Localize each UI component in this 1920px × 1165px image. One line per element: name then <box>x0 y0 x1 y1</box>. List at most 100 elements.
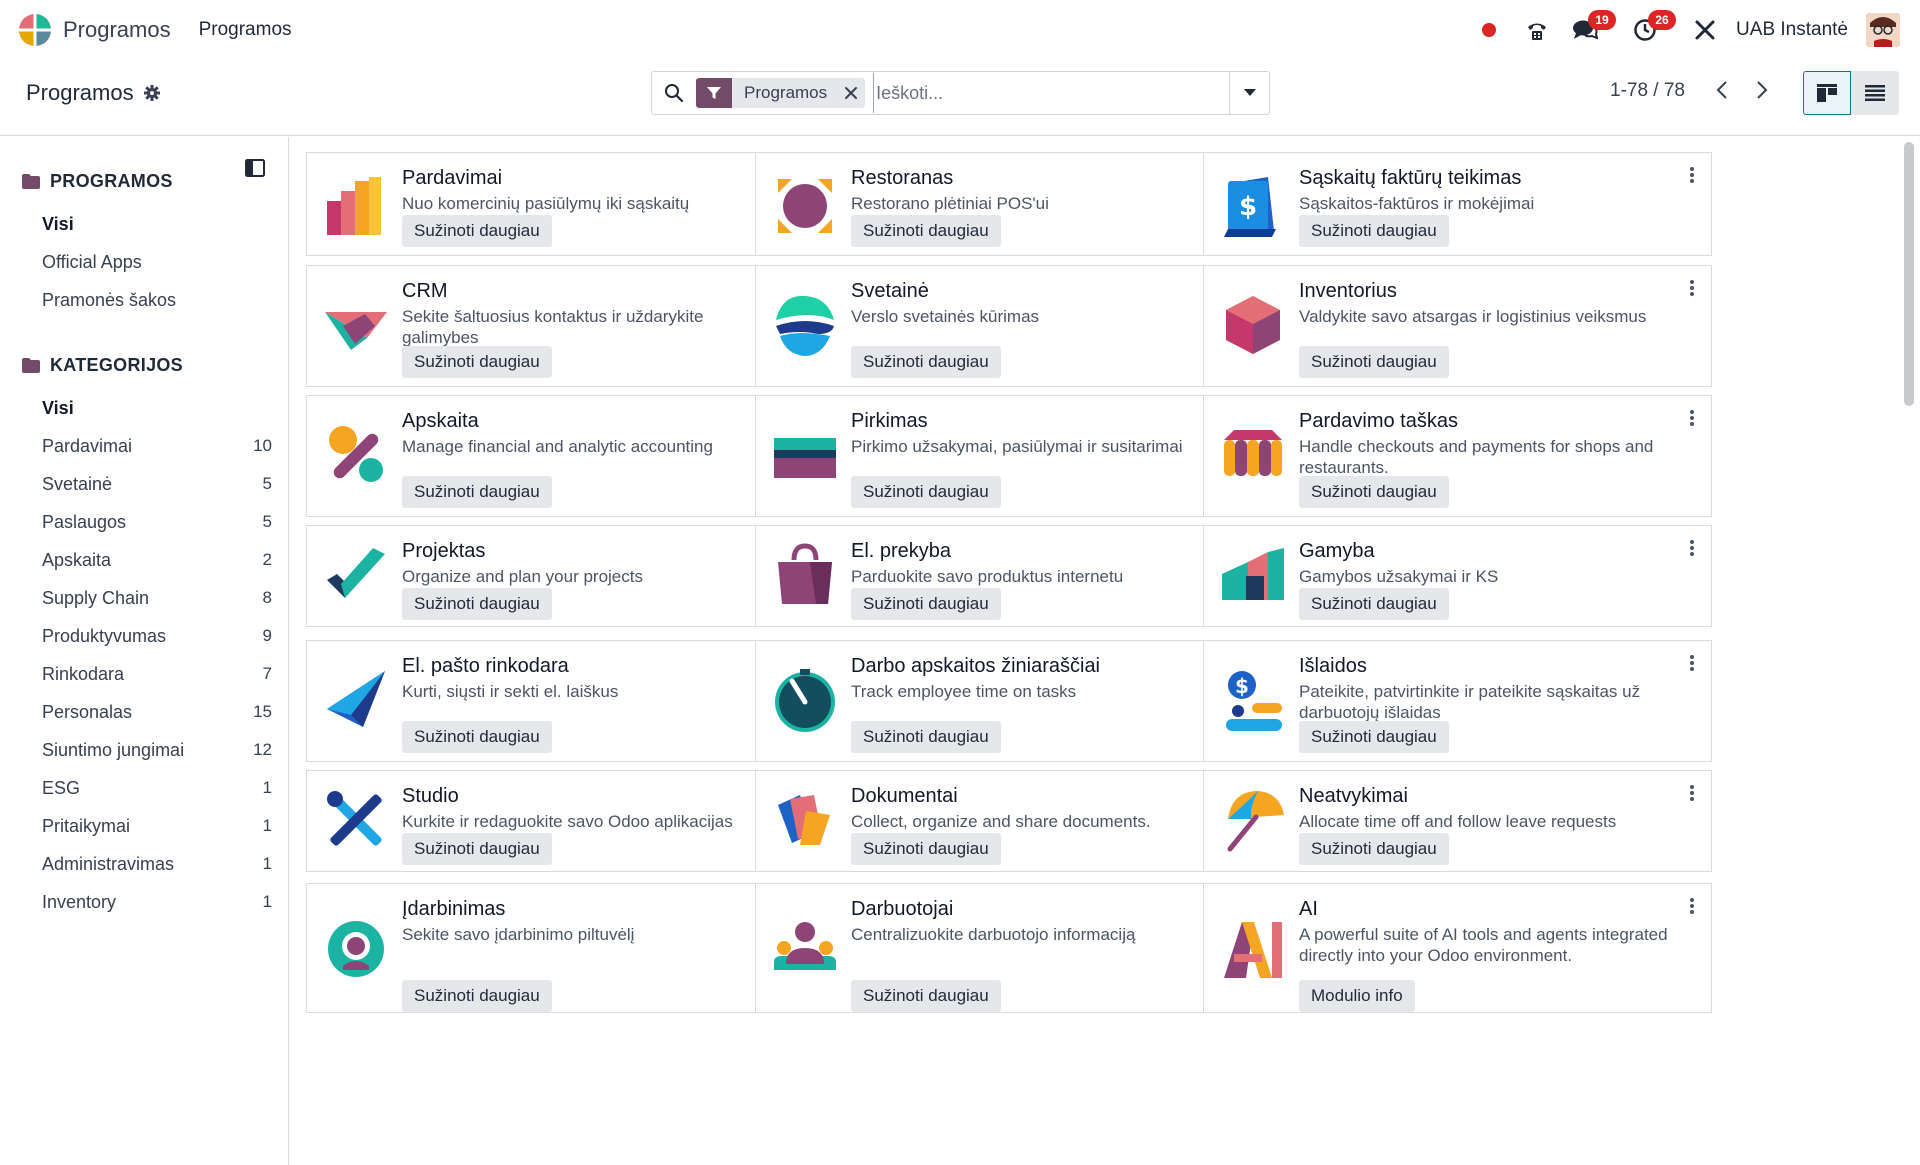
learn-more-button[interactable]: Sužinoti daugiau <box>851 346 1001 378</box>
learn-more-button[interactable]: Sužinoti daugiau <box>851 721 1001 753</box>
kebab-menu-icon[interactable] <box>1685 538 1699 558</box>
debug-tools-icon[interactable] <box>1690 15 1720 45</box>
sidebar-item[interactable]: Official Apps <box>42 252 272 273</box>
sidebar-item[interactable]: Siuntimo jungimai 12 <box>42 740 272 761</box>
apps-kanban-grid: Pardavimai Nuo komercinių pasiūlymų iki s… <box>290 137 1900 1165</box>
app-card[interactable]: Studio Kurkite ir redaguokite savo Odoo a… <box>306 770 815 872</box>
scrollbar-thumb[interactable] <box>1904 142 1914 406</box>
learn-more-button[interactable]: Sužinoti daugiau <box>402 476 552 508</box>
caret-down-icon[interactable] <box>1229 72 1269 114</box>
kebab-menu-icon[interactable] <box>1685 278 1699 298</box>
kebab-menu-icon[interactable] <box>1685 165 1699 185</box>
sidebar-item-count: 1 <box>262 892 272 911</box>
app-description: Pateikite, patvirtinkite ir pateikite są… <box>1299 682 1641 722</box>
sidebar-item[interactable]: Supply Chain 8 <box>42 588 272 609</box>
app-card[interactable]: Apskaita Manage financial and analytic ac… <box>306 395 815 517</box>
learn-more-button[interactable]: Sužinoti daugiau <box>1299 346 1449 378</box>
kebab-menu-icon[interactable] <box>1685 408 1699 428</box>
sidebar-item[interactable]: Visi <box>42 214 272 235</box>
activities-clock-icon[interactable]: 26 <box>1630 10 1677 45</box>
sidebar-item[interactable]: Visi <box>42 398 272 419</box>
sidebar-item[interactable]: Produktyvumas 9 <box>42 626 272 647</box>
learn-more-button[interactable]: Sužinoti daugiau <box>1299 476 1449 508</box>
learn-more-button[interactable]: Sužinoti daugiau <box>1299 588 1449 620</box>
chevron-right-icon[interactable] <box>1746 74 1778 106</box>
sidebar-item[interactable]: Apskaita 2 <box>42 550 272 571</box>
app-card[interactable]: El. pašto rinkodara Kurti, siųsti ir sekt… <box>306 640 815 762</box>
documents-icon <box>778 795 830 845</box>
app-card[interactable]: Pardavimai Nuo komercinių pasiūlymų iki s… <box>306 152 815 256</box>
sidebar-item[interactable]: Rinkodara 7 <box>42 664 272 685</box>
app-card[interactable]: Pardavimo taškas Handle checkouts and pay… <box>1203 395 1712 517</box>
app-card[interactable]: Darbuotojai Centralizuokite darbuotojo in… <box>755 883 1264 1013</box>
learn-more-button[interactable]: Sužinoti daugiau <box>402 215 552 247</box>
facet-label: Programos <box>744 83 828 102</box>
odoo-apps-logo-icon[interactable] <box>18 13 52 47</box>
search-input[interactable] <box>873 73 1229 113</box>
app-card[interactable]: Restoranas Restorano plėtiniai POS'ui Suži… <box>755 152 1264 256</box>
sidebar-item[interactable]: Pritaikymai 1 <box>42 816 272 837</box>
app-card[interactable]: Darbo apskaitos žiniaraščiai Track employ… <box>755 640 1264 762</box>
studio-icon <box>327 791 382 846</box>
sidebar-item[interactable]: Pramonės šakos <box>42 290 272 311</box>
app-card[interactable]: El. prekyba Parduokite savo produktus int… <box>755 525 1264 627</box>
phone-icon[interactable] <box>1522 15 1552 45</box>
close-icon[interactable] <box>837 78 865 108</box>
app-card[interactable]: Neatvykimai Allocate time off and follow … <box>1203 770 1712 872</box>
kebab-menu-icon[interactable] <box>1685 896 1699 916</box>
scrollbar[interactable] <box>1904 140 1914 1165</box>
app-card[interactable]: Projektas Organize and plan your projects… <box>306 525 815 627</box>
learn-more-button[interactable]: Sužinoti daugiau <box>1299 833 1449 865</box>
app-name[interactable]: Programos <box>63 17 171 43</box>
app-card[interactable]: $ Išlaidos Pateikite, patvirtinkite ir pat… <box>1203 640 1712 762</box>
sidebar-item[interactable]: Inventory 1 <box>42 892 272 913</box>
app-card[interactable]: CRM Sekite šaltuosius kontaktus ir uždary… <box>306 265 815 387</box>
learn-more-button[interactable]: Sužinoti daugiau <box>402 588 552 620</box>
sidebar-item[interactable]: Pardavimai 10 <box>42 436 272 457</box>
gear-icon[interactable] <box>143 85 160 101</box>
chevron-left-icon[interactable] <box>1706 74 1738 106</box>
learn-more-button[interactable]: Sužinoti daugiau <box>1299 215 1449 247</box>
learn-more-button[interactable]: Sužinoti daugiau <box>851 833 1001 865</box>
sidebar-item[interactable]: ESG 1 <box>42 778 272 799</box>
learn-more-button[interactable]: Sužinoti daugiau <box>851 980 1001 1012</box>
app-title: Išlaidos <box>1299 655 1367 677</box>
app-card[interactable]: Pirkimas Pirkimo užsakymai, pasiūlymai ir… <box>755 395 1264 517</box>
company-switcher[interactable]: UAB Instantė <box>1736 19 1848 41</box>
kebab-menu-icon[interactable] <box>1685 783 1699 803</box>
recording-dot-icon[interactable] <box>1474 15 1504 45</box>
section-header-kategorijos: KATEGORIJOS <box>22 355 183 376</box>
sidebar-item[interactable]: Administravimas 1 <box>42 854 272 875</box>
app-card[interactable]: Įdarbinimas Sekite savo įdarbinimo piltuv… <box>306 883 815 1013</box>
sidebar-item-count: 9 <box>262 626 272 645</box>
pager-value[interactable]: 1-78 / 78 <box>1610 80 1685 102</box>
list-view-button[interactable] <box>1851 71 1899 115</box>
learn-more-button[interactable]: Sužinoti daugiau <box>402 980 552 1012</box>
app-card[interactable]: Inventorius Valdykite savo atsargas ir lo… <box>1203 265 1712 387</box>
nav-menu-programos[interactable]: Programos <box>199 19 292 41</box>
sidebar-item[interactable]: Svetainė 5 <box>42 474 272 495</box>
learn-more-button[interactable]: Sužinoti daugiau <box>402 721 552 753</box>
app-card[interactable]: $ Sąskaitų faktūrų teikimas Sąskaitos-fakt… <box>1203 152 1712 256</box>
learn-more-button[interactable]: Sužinoti daugiau <box>402 833 552 865</box>
messages-icon[interactable]: 19 <box>1570 10 1617 45</box>
learn-more-button[interactable]: Sužinoti daugiau <box>851 476 1001 508</box>
learn-more-button[interactable]: Sužinoti daugiau <box>851 215 1001 247</box>
app-description: Kurti, siųsti ir sekti el. laiškus <box>402 682 619 701</box>
learn-more-button[interactable]: Modulio info <box>1299 980 1415 1012</box>
app-card[interactable]: AI A powerful suite of AI tools and agent… <box>1203 883 1712 1013</box>
sidebar-item[interactable]: Personalas 15 <box>42 702 272 723</box>
learn-more-button[interactable]: Sužinoti daugiau <box>402 346 552 378</box>
app-card[interactable]: Svetainė Verslo svetainės kūrimas Sužinoti… <box>755 265 1264 387</box>
learn-more-button[interactable]: Sužinoti daugiau <box>1299 721 1449 753</box>
sidebar-collapse-icon[interactable] <box>244 157 266 179</box>
sidebar-item[interactable]: Paslaugos 5 <box>42 512 272 533</box>
user-avatar[interactable] <box>1866 13 1900 47</box>
search-icon[interactable] <box>652 72 696 114</box>
app-card[interactable]: Dokumentai Collect, organize and share do… <box>755 770 1264 872</box>
kanban-view-button[interactable] <box>1803 71 1851 115</box>
learn-more-button[interactable]: Sužinoti daugiau <box>851 588 1001 620</box>
app-card[interactable]: Gamyba Gamybos užsakymai ir KS Sužinoti da… <box>1203 525 1712 627</box>
purchase-icon <box>774 438 836 478</box>
kebab-menu-icon[interactable] <box>1685 653 1699 673</box>
